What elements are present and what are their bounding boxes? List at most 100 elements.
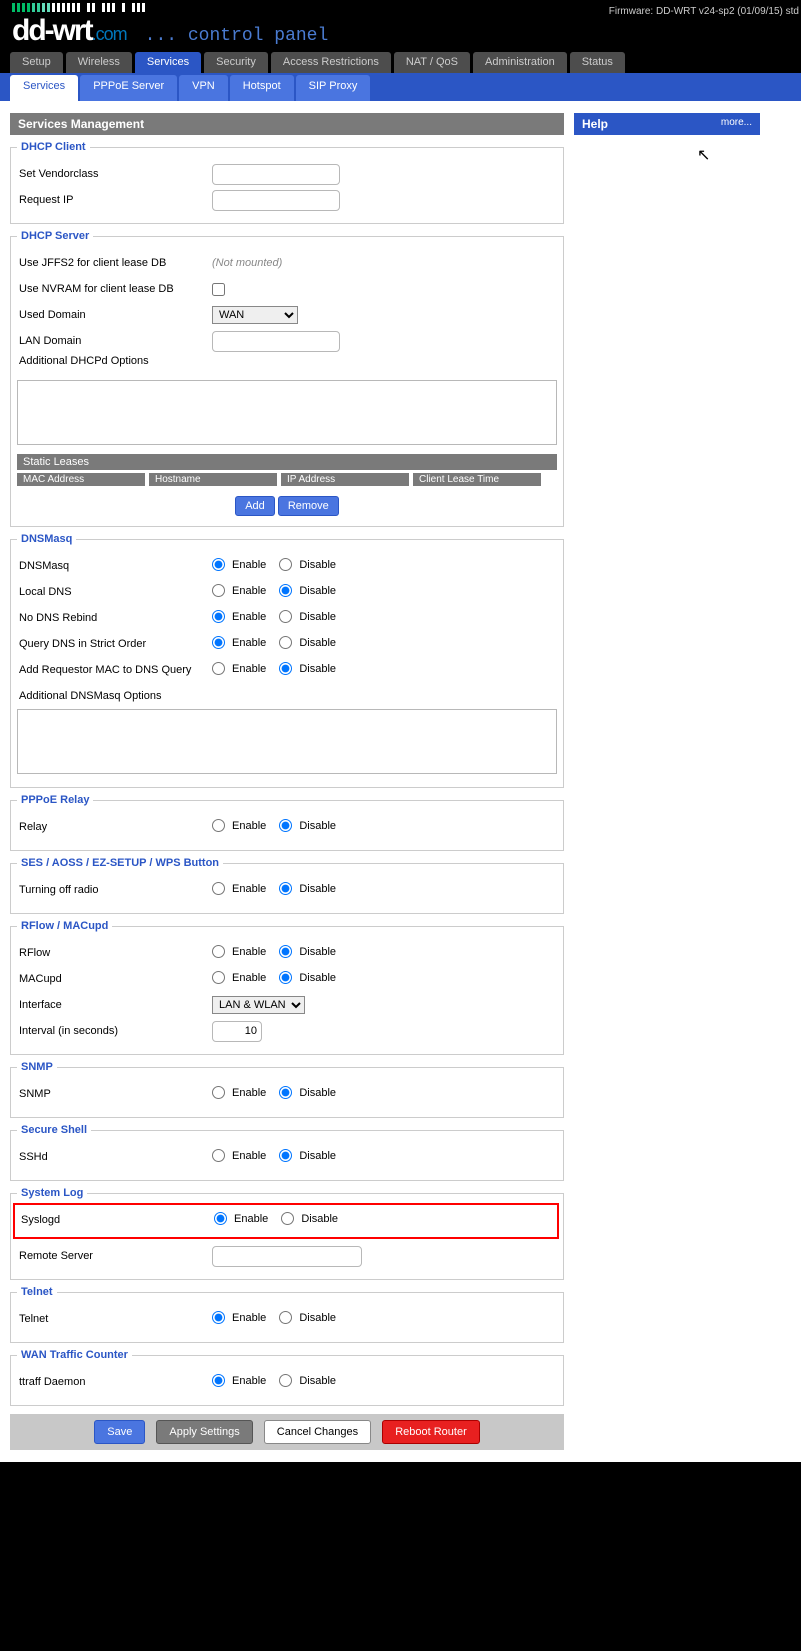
subtab-vpn[interactable]: VPN [179, 75, 228, 101]
dnsmasq-no-dns-rebind-enable-radio[interactable] [212, 610, 225, 623]
interface-label: Interface [17, 999, 212, 1011]
syslogd-disable-radio[interactable] [281, 1212, 294, 1225]
footer-bar: Save Apply Settings Cancel Changes Reboo… [10, 1414, 564, 1450]
ttraff-label: ttraff Daemon [17, 1376, 212, 1388]
sshd-disable-radio[interactable] [279, 1149, 292, 1162]
vendorclass-label: Set Vendorclass [17, 168, 212, 180]
ssh-fieldset: Secure Shell SSHd Enable Disable [10, 1124, 564, 1181]
main-tabs: SetupWirelessServicesSecurityAccess Rest… [0, 52, 801, 73]
jffs2-note: (Not mounted) [212, 257, 557, 269]
rflow-fieldset: RFlow / MACupd RFlow Enable Disable MACu… [10, 920, 564, 1055]
reboot-button[interactable]: Reboot Router [382, 1420, 480, 1444]
dnsmasq-local-dns-disable-radio[interactable] [279, 584, 292, 597]
macupd-label: MACupd [17, 973, 212, 985]
addl-dnsmasq-textarea[interactable] [17, 709, 557, 774]
rflow-legend: RFlow / MACupd [17, 920, 112, 932]
pppoe-relay-enable-radio[interactable] [212, 819, 225, 832]
sub-tabs: ServicesPPPoE ServerVPNHotspotSIP Proxy [0, 73, 801, 101]
interface-select[interactable]: LAN & WLAN [212, 996, 305, 1014]
macupd-disable-radio[interactable] [279, 971, 292, 984]
tab-status[interactable]: Status [570, 52, 625, 73]
ses-radio-off-label: Turning off radio [17, 884, 212, 896]
static-leases-header: Static Leases [17, 454, 557, 470]
macupd-enable-radio[interactable] [212, 971, 225, 984]
ses-fieldset: SES / AOSS / EZ-SETUP / WPS Button Turni… [10, 857, 564, 914]
addl-dhcpd-textarea[interactable] [17, 380, 557, 445]
lease-col-header: Client Lease Time [413, 473, 541, 486]
snmp-fieldset: SNMP SNMP Enable Disable [10, 1061, 564, 1118]
dnsmasq-local-dns-enable-radio[interactable] [212, 584, 225, 597]
sshd-enable-radio[interactable] [212, 1149, 225, 1162]
cancel-button[interactable]: Cancel Changes [264, 1420, 371, 1444]
snmp-legend: SNMP [17, 1061, 57, 1073]
save-button[interactable]: Save [94, 1420, 145, 1444]
dhcp-server-legend: DHCP Server [17, 230, 93, 242]
vendorclass-input[interactable] [212, 164, 340, 185]
syslogd-enable-radio[interactable] [214, 1212, 227, 1225]
requestip-input[interactable] [212, 190, 340, 211]
dnsmasq-add-requestor-mac-to-dns-query-enable-radio[interactable] [212, 662, 225, 675]
interval-label: Interval (in seconds) [17, 1025, 212, 1037]
wan-traffic-fieldset: WAN Traffic Counter ttraff Daemon Enable… [10, 1349, 564, 1406]
nvram-label: Use NVRAM for client lease DB [17, 283, 212, 295]
pppoe-relay-legend: PPPoE Relay [17, 794, 93, 806]
dnsmasq-query-dns-in-strict-order-disable-radio[interactable] [279, 636, 292, 649]
syslog-highlight: Syslogd Enable Disable [13, 1203, 559, 1239]
sshd-label: SSHd [17, 1151, 212, 1163]
remove-button[interactable]: Remove [278, 496, 339, 516]
dnsmasq-add-requestor-mac-to-dns-query-disable-radio[interactable] [279, 662, 292, 675]
addl-dhcpd-label: Additional DHCPd Options [17, 355, 212, 367]
tab-nat-qos[interactable]: NAT / QoS [394, 52, 470, 73]
lease-col-header: MAC Address [17, 473, 145, 486]
ses-radio-off-enable-radio[interactable] [212, 882, 225, 895]
tab-wireless[interactable]: Wireless [66, 52, 132, 73]
remote-server-input[interactable] [212, 1246, 362, 1267]
subtab-hotspot[interactable]: Hotspot [230, 75, 294, 101]
dhcp-server-fieldset: DHCP Server Use JFFS2 for client lease D… [10, 230, 564, 527]
snmp-disable-radio[interactable] [279, 1086, 292, 1099]
subtab-services[interactable]: Services [10, 75, 78, 101]
ses-legend: SES / AOSS / EZ-SETUP / WPS Button [17, 857, 223, 869]
dnsmasq-query-dns-in-strict-order-enable-radio[interactable] [212, 636, 225, 649]
nvram-checkbox[interactable] [212, 283, 225, 296]
dhcp-client-fieldset: DHCP Client Set Vendorclass Request IP [10, 141, 564, 224]
dnsmasq-no-dns-rebind-label: No DNS Rebind [17, 612, 212, 624]
interval-input[interactable] [212, 1021, 262, 1042]
jffs2-label: Use JFFS2 for client lease DB [17, 257, 212, 269]
tab-setup[interactable]: Setup [10, 52, 63, 73]
apply-button[interactable]: Apply Settings [156, 1420, 252, 1444]
lease-col-header: Hostname [149, 473, 277, 486]
dnsmasq-dnsmasq-disable-radio[interactable] [279, 558, 292, 571]
tab-security[interactable]: Security [204, 52, 268, 73]
syslogd-label: Syslogd [19, 1214, 214, 1226]
snmp-label: SNMP [17, 1088, 212, 1100]
dnsmasq-dnsmasq-enable-radio[interactable] [212, 558, 225, 571]
add-button[interactable]: Add [235, 496, 275, 516]
telnet-label: Telnet [17, 1313, 212, 1325]
dnsmasq-dnsmasq-label: DNSMasq [17, 560, 212, 572]
used-domain-label: Used Domain [17, 309, 212, 321]
dnsmasq-no-dns-rebind-disable-radio[interactable] [279, 610, 292, 623]
tab-services[interactable]: Services [135, 52, 201, 73]
ttraff-enable-radio[interactable] [212, 1374, 225, 1387]
ses-radio-off-disable-radio[interactable] [279, 882, 292, 895]
logo: dd-wrt .com ... control panel [12, 14, 801, 48]
pppoe-relay-disable-radio[interactable] [279, 819, 292, 832]
subtab-sip-proxy[interactable]: SIP Proxy [296, 75, 371, 101]
logo-dd: dd-wrt [12, 14, 92, 48]
rflow-label: RFlow [17, 947, 212, 959]
telnet-disable-radio[interactable] [279, 1311, 292, 1324]
used-domain-select[interactable]: WAN [212, 306, 298, 324]
syslog-legend: System Log [17, 1187, 87, 1199]
rflow-disable-radio[interactable] [279, 945, 292, 958]
rflow-enable-radio[interactable] [212, 945, 225, 958]
help-more-link[interactable]: more... [721, 117, 752, 131]
snmp-enable-radio[interactable] [212, 1086, 225, 1099]
lan-domain-input[interactable] [212, 331, 340, 352]
tab-access-restrictions[interactable]: Access Restrictions [271, 52, 391, 73]
pppoe-relay-fieldset: PPPoE Relay Relay Enable Disable [10, 794, 564, 851]
subtab-pppoe-server[interactable]: PPPoE Server [80, 75, 177, 101]
telnet-enable-radio[interactable] [212, 1311, 225, 1324]
ttraff-disable-radio[interactable] [279, 1374, 292, 1387]
tab-administration[interactable]: Administration [473, 52, 567, 73]
